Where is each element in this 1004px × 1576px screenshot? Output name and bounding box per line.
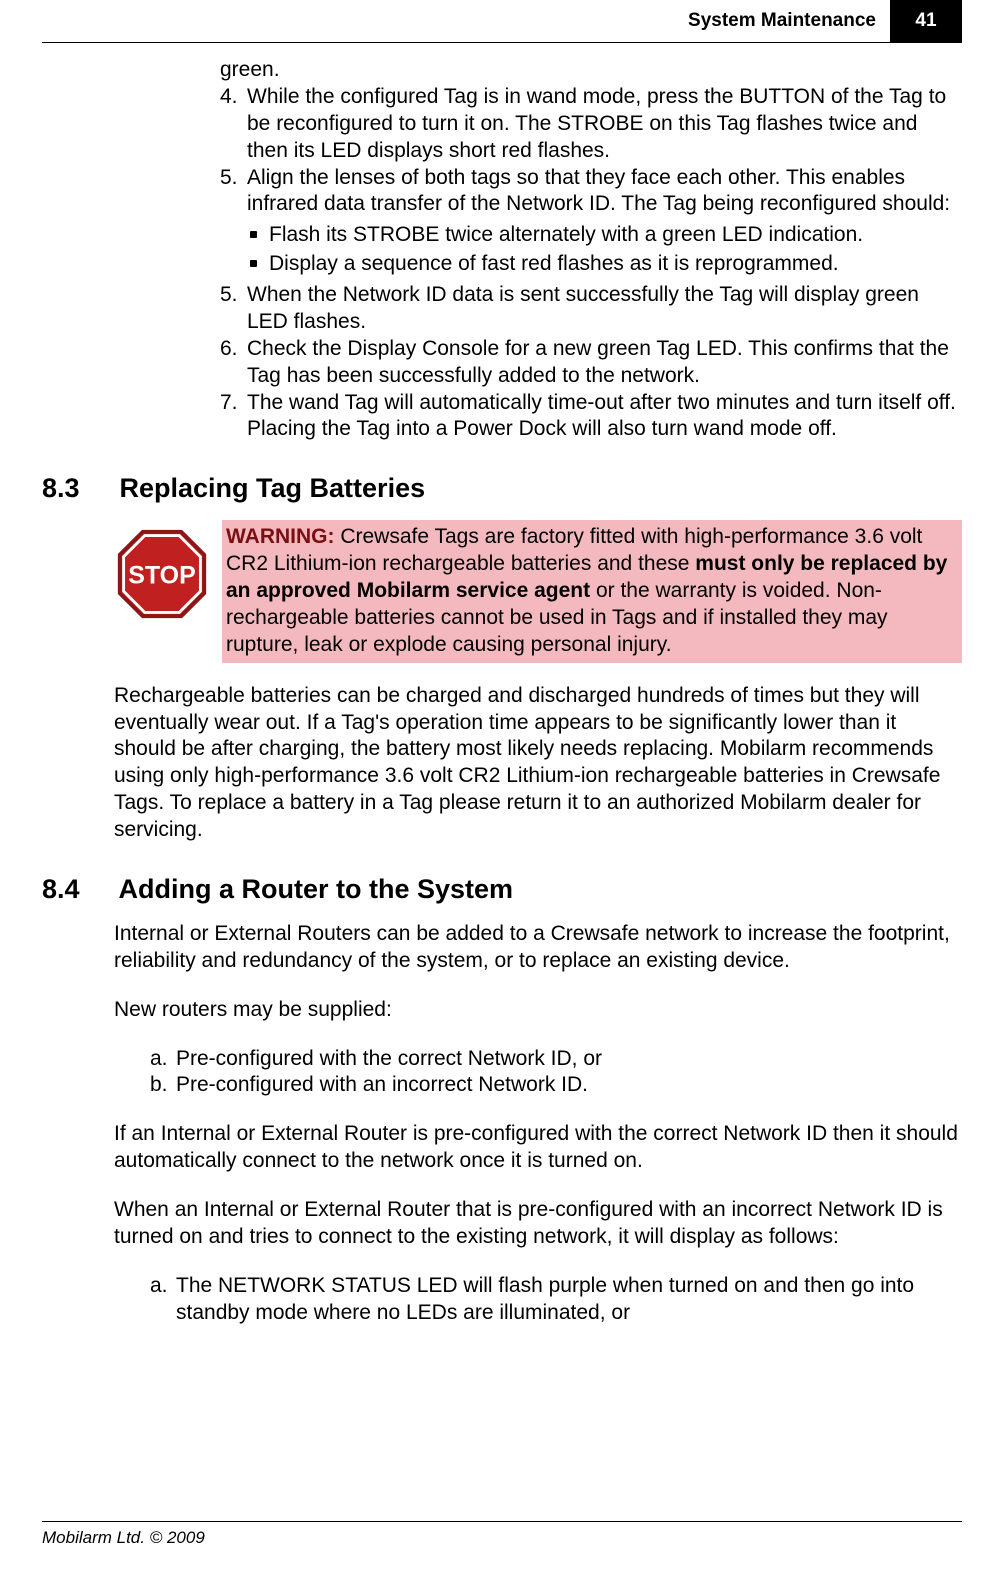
alpha-list-2: a. The NETWORK STATUS LED will flash pur… (150, 1273, 962, 1327)
list-item: a. Pre-configured with the correct Netwo… (150, 1046, 962, 1073)
list-marker: 7. (220, 390, 247, 444)
continuation-block: green. 4. While the configured Tag is in… (220, 57, 962, 443)
header-page-number: 41 (890, 0, 962, 42)
list-text: While the configured Tag is in wand mode… (247, 84, 962, 165)
section-title: Replacing Tag Batteries (120, 473, 426, 503)
section-number: 8.3 (42, 473, 112, 504)
list-marker: 4. (220, 84, 247, 165)
section-8-4-p2: New routers may be supplied: (114, 997, 962, 1024)
warning-box: WARNING: Crewsafe Tags are factory fitte… (222, 520, 962, 662)
section-8-4-p3: If an Internal or External Router is pre… (114, 1121, 962, 1175)
list-item: Display a sequence of fast red flashes a… (250, 251, 962, 278)
section-number: 8.4 (42, 874, 112, 905)
section-heading-8-3: 8.3 Replacing Tag Batteries (42, 473, 962, 504)
list-marker: 5. (220, 165, 247, 219)
warning-row: STOP WARNING: Crewsafe Tags are factory … (114, 520, 962, 662)
list-marker: a. (150, 1046, 176, 1073)
list-text: Pre-configured with the correct Network … (176, 1046, 962, 1073)
list-text: The NETWORK STATUS LED will flash purple… (176, 1273, 962, 1327)
list-item: 6. Check the Display Console for a new g… (220, 336, 962, 390)
green-tail: green. (220, 57, 962, 84)
list-item: 5. Align the lenses of both tags so that… (220, 165, 962, 219)
section-8-4-p1: Internal or External Routers can be adde… (114, 921, 962, 975)
list-marker: a. (150, 1273, 176, 1327)
numbered-list-continuation: 4. While the configured Tag is in wand m… (220, 84, 962, 218)
list-text: Display a sequence of fast red flashes a… (269, 251, 839, 278)
numbered-list-continuation-2: 5. When the Network ID data is sent succ… (220, 282, 962, 443)
list-text: Flash its STROBE twice alternately with … (269, 222, 863, 249)
sub-bullet-list: Flash its STROBE twice alternately with … (250, 222, 962, 278)
list-text: Pre-configured with an incorrect Network… (176, 1072, 962, 1099)
list-text: When the Network ID data is sent success… (247, 282, 962, 336)
section-heading-8-4: 8.4 Adding a Router to the System (42, 874, 962, 905)
list-item: 4. While the configured Tag is in wand m… (220, 84, 962, 165)
list-text: Align the lenses of both tags so that th… (247, 165, 962, 219)
bullet-icon (250, 260, 257, 267)
list-marker: b. (150, 1072, 176, 1099)
list-item: 7. The wand Tag will automatically time-… (220, 390, 962, 444)
section-title: Adding a Router to the System (119, 874, 514, 904)
stop-icon: STOP (114, 520, 222, 627)
warning-label: WARNING: (226, 525, 335, 548)
list-item: a. The NETWORK STATUS LED will flash pur… (150, 1273, 962, 1327)
list-marker: 5. (220, 282, 247, 336)
list-item: Flash its STROBE twice alternately with … (250, 222, 962, 249)
alpha-list-1: a. Pre-configured with the correct Netwo… (150, 1046, 962, 1100)
page-header: System Maintenance 41 (42, 0, 962, 43)
section-8-3-body: Rechargeable batteries can be charged an… (114, 683, 962, 844)
list-text: The wand Tag will automatically time-out… (247, 390, 962, 444)
list-marker: 6. (220, 336, 247, 390)
list-item: 5. When the Network ID data is sent succ… (220, 282, 962, 336)
header-section-title: System Maintenance (688, 0, 890, 42)
bullet-icon (250, 231, 257, 238)
footer-copyright: Mobilarm Ltd. © 2009 (42, 1528, 205, 1547)
footer: Mobilarm Ltd. © 2009 (42, 1521, 962, 1548)
list-item: b. Pre-configured with an incorrect Netw… (150, 1072, 962, 1099)
svg-text:STOP: STOP (128, 562, 196, 590)
section-8-4-p4: When an Internal or External Router that… (114, 1197, 962, 1251)
list-text: Check the Display Console for a new gree… (247, 336, 962, 390)
